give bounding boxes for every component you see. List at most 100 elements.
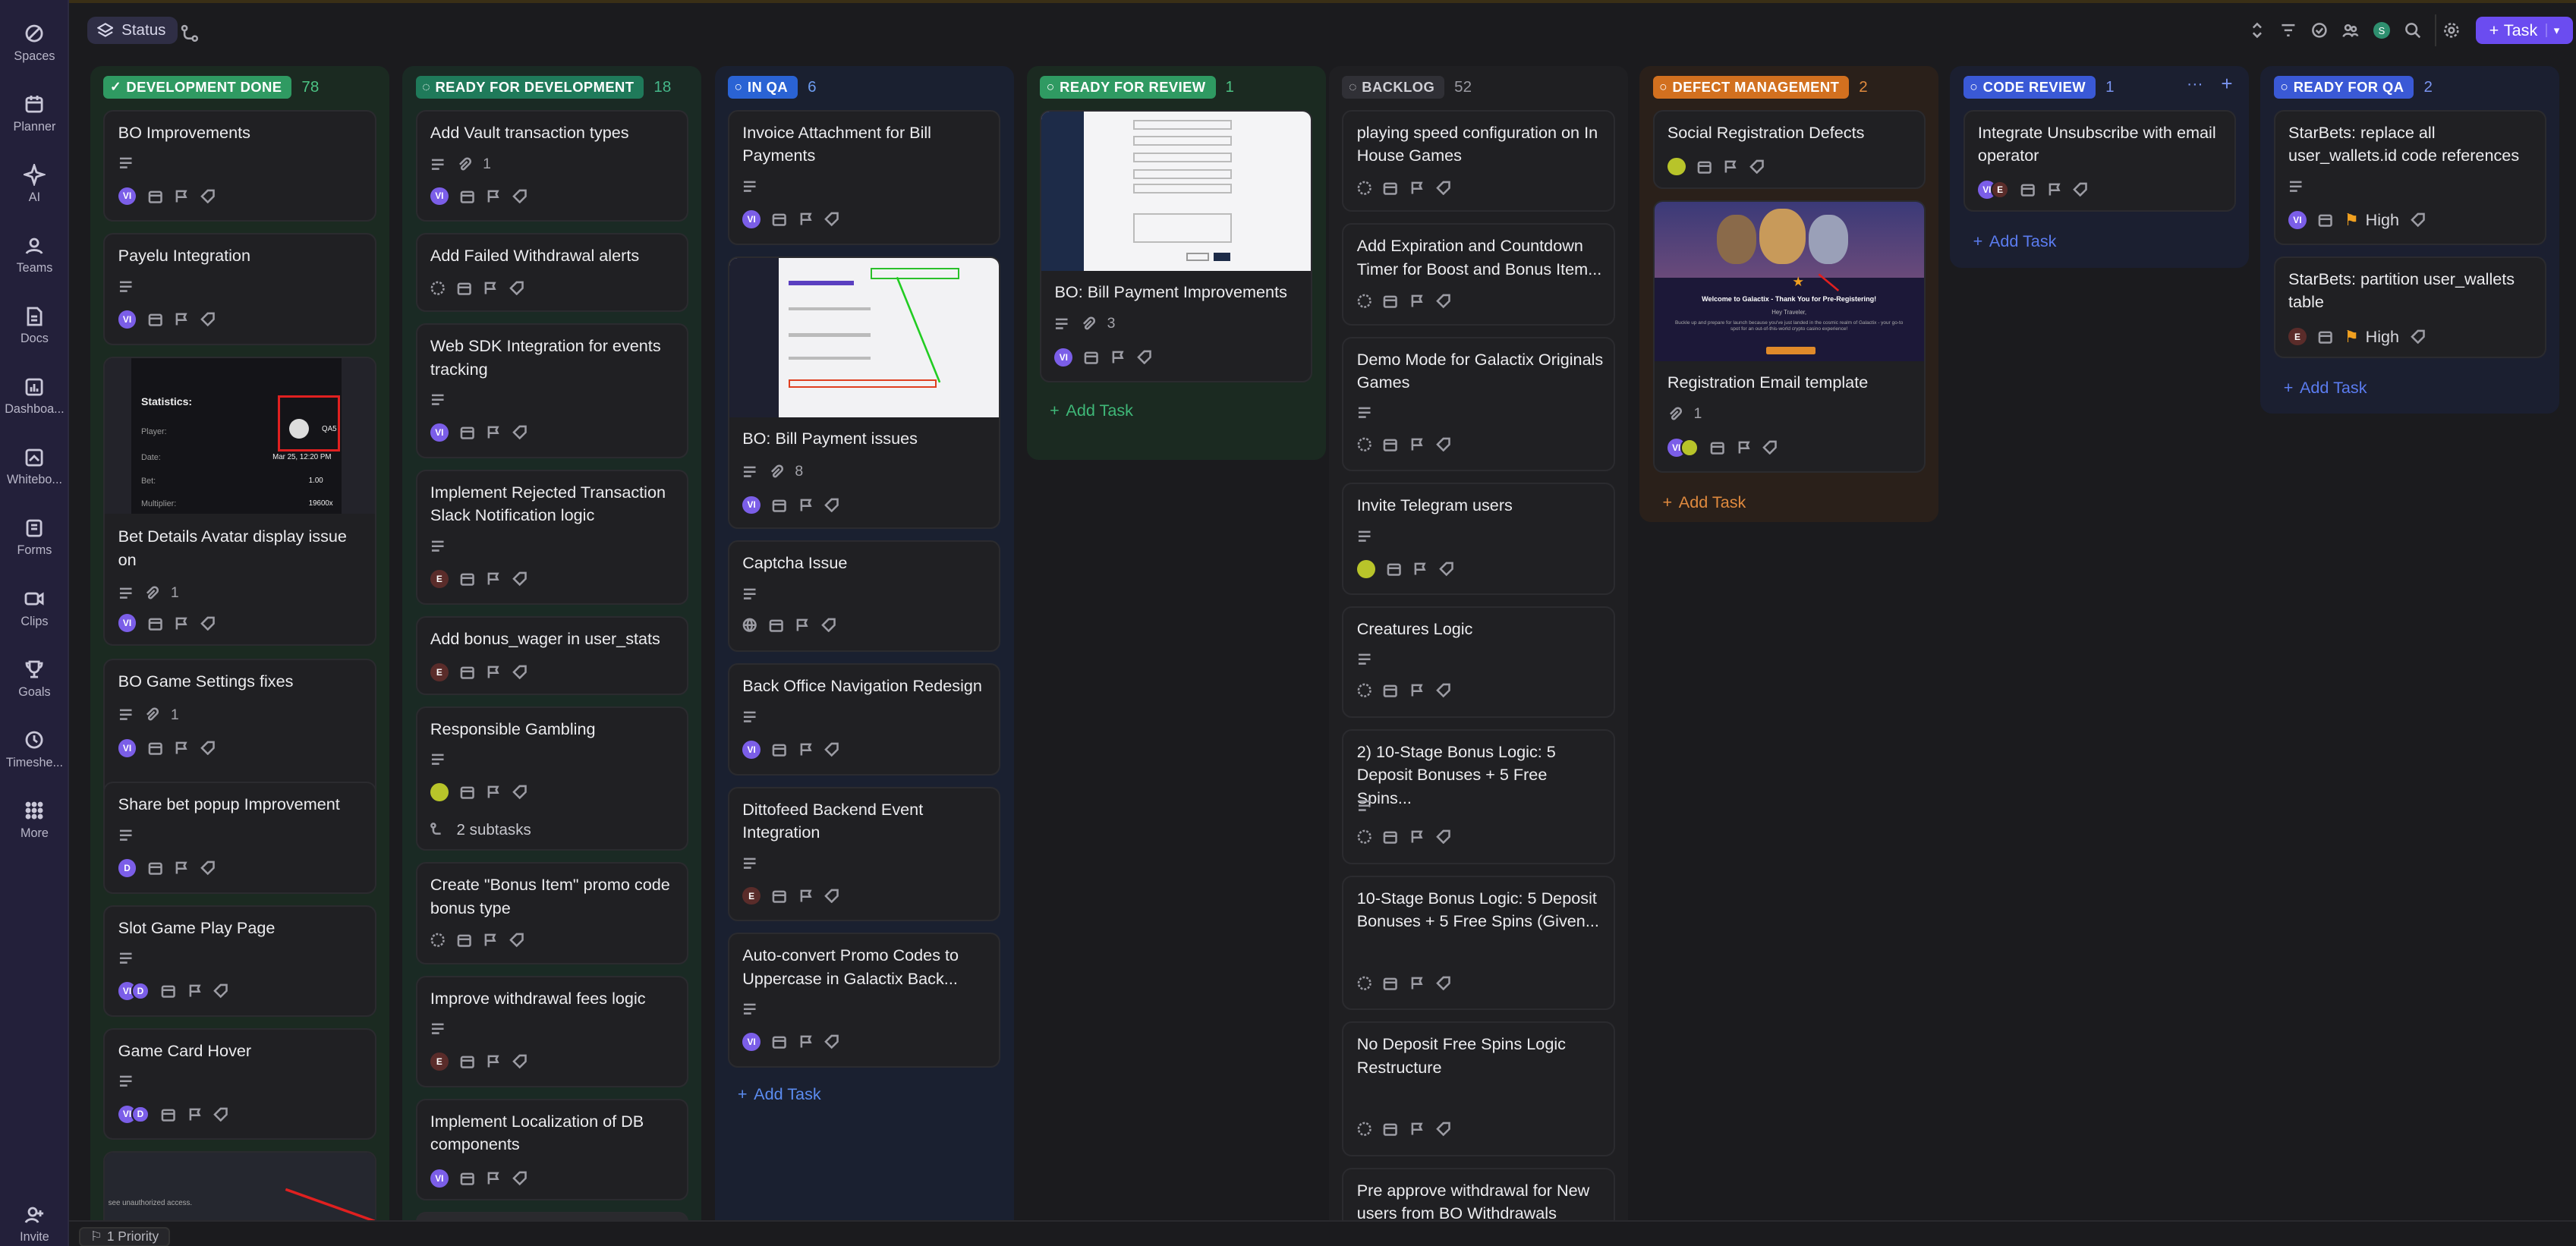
calendar-icon[interactable] (1383, 829, 1398, 844)
task-card[interactable]: Slot Game Play Page VI D (103, 905, 376, 1017)
tag-icon[interactable] (824, 1034, 839, 1049)
task-card[interactable]: 10-Stage Bonus Logic: 5 Deposit Bonuses … (1342, 875, 1615, 1011)
assignee-avatar[interactable]: VI (742, 741, 761, 759)
flag-icon[interactable] (486, 1054, 500, 1068)
flag-icon[interactable] (1409, 683, 1424, 697)
tag-icon[interactable] (1435, 294, 1450, 309)
assignee-avatar[interactable]: E (430, 663, 449, 682)
assignee-avatar[interactable]: VI (430, 1169, 449, 1188)
attachment-icon[interactable] (144, 707, 159, 722)
assignee-avatar[interactable]: E (430, 569, 449, 588)
tag-icon[interactable] (512, 1054, 527, 1069)
tag-icon[interactable] (1749, 159, 1764, 175)
assignee-avatar[interactable]: VI (2288, 210, 2307, 229)
people-icon[interactable] (2335, 14, 2366, 46)
calendar-icon[interactable] (460, 1054, 474, 1069)
assignee-avatar[interactable]: VI (742, 496, 761, 514)
attachment-icon[interactable] (144, 586, 159, 600)
new-task-button[interactable]: + Task ▾ (2476, 16, 2573, 45)
calendar-icon[interactable] (460, 1171, 474, 1185)
tag-icon[interactable] (512, 1171, 527, 1186)
tag-icon[interactable] (512, 571, 527, 587)
assignee-placeholder-icon[interactable] (430, 281, 445, 295)
calendar-icon[interactable] (1383, 683, 1398, 698)
flag-icon[interactable] (1409, 294, 1424, 308)
flag-icon[interactable] (1737, 440, 1751, 455)
tag-icon[interactable] (2411, 329, 2426, 345)
task-card[interactable]: Implement Rejected Transaction Slack Not… (415, 470, 688, 605)
assignee-avatar[interactable]: VI (118, 738, 137, 757)
flag-icon[interactable] (187, 1107, 202, 1122)
tag-icon[interactable] (200, 189, 215, 204)
task-card[interactable]: Social Registration Defects (1652, 110, 1926, 189)
assignee-placeholder-icon[interactable] (430, 933, 445, 948)
flag-icon[interactable] (174, 189, 188, 203)
tag-icon[interactable] (1435, 181, 1450, 196)
calendar-icon[interactable] (1383, 181, 1398, 195)
assignee-avatar[interactable]: VI (118, 187, 137, 206)
task-card[interactable]: Creatures Logic (1342, 606, 1615, 718)
user-avatar[interactable]: S (2366, 14, 2397, 46)
task-card[interactable]: Add Failed Withdrawal alerts (415, 233, 688, 313)
calendar-icon[interactable] (148, 741, 162, 755)
calendar-icon[interactable] (2318, 212, 2332, 227)
tag-icon[interactable] (824, 742, 839, 757)
tag-icon[interactable] (213, 1107, 228, 1122)
assignee-avatar[interactable]: E (2288, 327, 2307, 346)
tag-icon[interactable] (200, 861, 215, 876)
rail-whiteboards[interactable]: Whitebo... (0, 447, 69, 488)
calendar-icon[interactable] (457, 933, 471, 948)
flag-icon[interactable] (486, 189, 500, 203)
tag-icon[interactable] (824, 498, 839, 512)
tag-icon[interactable] (821, 618, 836, 632)
group-by-status-pill[interactable]: Status (87, 16, 178, 45)
task-card[interactable]: Dittofeed Backend Event Integration E (727, 786, 1001, 922)
tag-icon[interactable] (512, 785, 527, 800)
flag-icon[interactable] (174, 616, 188, 631)
task-card[interactable]: BO Improvements VI (103, 110, 376, 222)
add-task-button[interactable]: + Add Task (1050, 401, 1133, 420)
settings-gear-icon[interactable] (2435, 14, 2466, 46)
flag-icon[interactable] (174, 861, 188, 875)
rail-ai[interactable]: AI (0, 164, 69, 205)
tag-icon[interactable] (2073, 182, 2088, 197)
task-card[interactable]: Integrate Unsubscribe with email operato… (1963, 110, 2236, 212)
flag-icon[interactable] (1110, 350, 1125, 364)
tag-icon[interactable] (1435, 437, 1450, 452)
calendar-icon[interactable] (148, 861, 162, 875)
task-card[interactable]: StarBets: partition user_wallets table E… (2273, 256, 2547, 358)
calendar-icon[interactable] (769, 618, 783, 632)
tag-icon[interactable] (512, 189, 527, 204)
task-card[interactable]: Responsible Gambling 2 subtasks (415, 706, 688, 851)
calendar-icon[interactable] (161, 983, 175, 999)
assignee-avatar[interactable] (1680, 438, 1699, 457)
calendar-icon[interactable] (772, 1034, 786, 1049)
flag-icon[interactable] (1409, 1122, 1424, 1136)
rail-spaces[interactable]: Spaces (0, 23, 69, 64)
calendar-icon[interactable] (1387, 562, 1401, 576)
flag-icon[interactable] (798, 889, 813, 903)
flag-icon[interactable] (1409, 437, 1424, 452)
task-card[interactable]: Improve withdrawal fees logic E (415, 975, 688, 1087)
attachment-icon[interactable] (1081, 316, 1096, 331)
assignee-placeholder-icon[interactable] (1357, 683, 1371, 698)
assignee-avatar[interactable]: E (1991, 180, 2010, 199)
assignee-avatar[interactable] (1667, 157, 1686, 176)
assignee-avatar[interactable]: VI (118, 310, 137, 329)
flag-icon[interactable] (798, 212, 813, 226)
tag-icon[interactable] (2411, 212, 2426, 228)
calendar-icon[interactable] (148, 189, 162, 203)
flag-icon[interactable] (798, 498, 813, 512)
task-card[interactable]: Web SDK Integration for events tracking … (415, 323, 688, 458)
calendar-icon[interactable] (772, 498, 786, 512)
task-card[interactable]: 2) 10-Stage Bonus Logic: 5 Deposit Bonus… (1342, 729, 1615, 864)
task-card[interactable]: No Deposit Free Spins Logic Restructure (1342, 1021, 1615, 1156)
rail-docs[interactable]: Docs (0, 306, 69, 347)
calendar-icon[interactable] (1710, 440, 1724, 455)
flag-icon[interactable] (1723, 159, 1737, 174)
tag-icon[interactable] (824, 889, 839, 904)
search-icon[interactable] (2397, 14, 2428, 46)
globe-icon[interactable] (742, 618, 757, 632)
rail-forms[interactable]: Forms (0, 518, 69, 558)
flag-icon[interactable] (483, 281, 497, 295)
